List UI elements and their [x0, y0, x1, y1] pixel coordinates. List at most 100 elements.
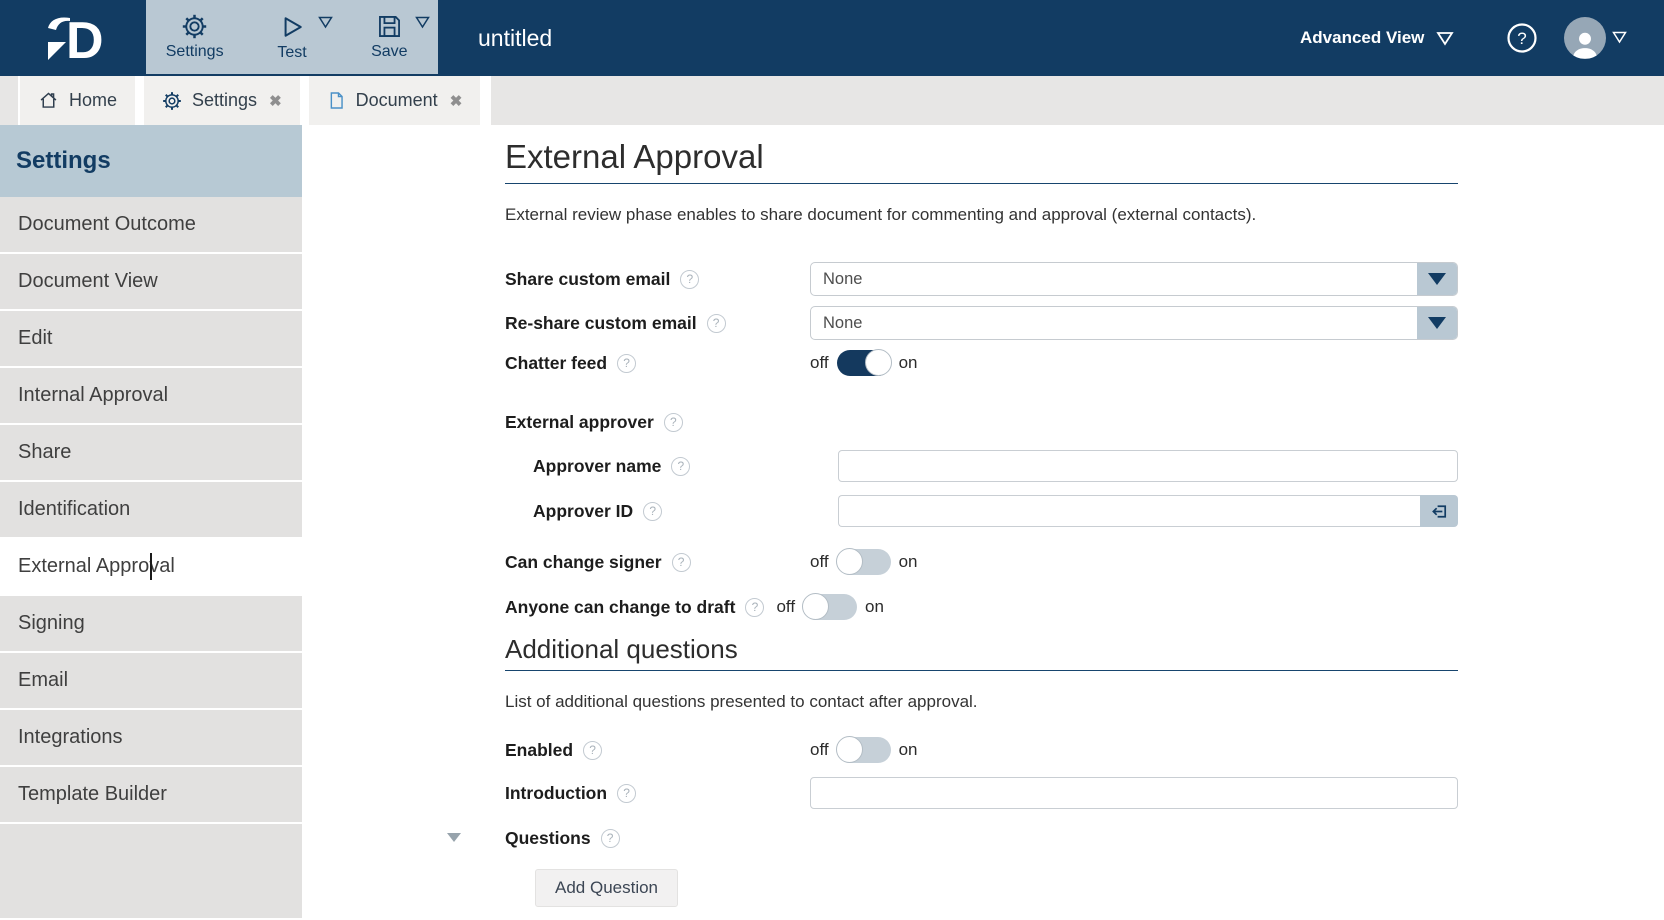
- field-label-cell: Approver name ?: [533, 456, 838, 477]
- help-icon[interactable]: ?: [643, 502, 662, 521]
- approver-name-input[interactable]: [838, 450, 1458, 482]
- toggle-knob: [836, 548, 863, 575]
- field-row-re-share-custom-email: Re-share custom email ? None: [505, 306, 1458, 340]
- tab-settings[interactable]: Settings ✖: [144, 76, 300, 125]
- field-label-cell: Approver ID ?: [533, 501, 838, 522]
- close-icon[interactable]: ✖: [450, 92, 463, 110]
- user-menu-chevron-icon[interactable]: [1612, 31, 1627, 44]
- sidebar-item-document-outcome[interactable]: Document Outcome: [0, 197, 302, 252]
- introduction-input[interactable]: [810, 777, 1458, 809]
- enabled-toggle-group: off on: [810, 737, 918, 763]
- home-icon: [38, 90, 59, 111]
- toggle-on-label: on: [899, 740, 918, 760]
- select-dropdown-button[interactable]: [1417, 263, 1457, 295]
- field-label: Share custom email: [505, 269, 670, 290]
- sidebar-item-template-builder[interactable]: Template Builder: [0, 767, 302, 822]
- chatter-feed-toggle[interactable]: [837, 350, 891, 376]
- sidebar-item-internal-approval[interactable]: Internal Approval: [0, 368, 302, 423]
- anyone-can-change-to-draft-toggle-group: off on: [776, 594, 884, 620]
- help-icon[interactable]: ?: [707, 314, 726, 333]
- help-icon[interactable]: ?: [664, 413, 683, 432]
- page-title: External Approval: [505, 137, 1458, 184]
- sidebar-item-signing[interactable]: Signing: [0, 596, 302, 651]
- select-dropdown-button[interactable]: [1417, 307, 1457, 339]
- help-icon[interactable]: ?: [617, 784, 636, 803]
- test-button[interactable]: Test: [243, 0, 340, 74]
- settings-button-label: Settings: [166, 43, 224, 61]
- toggle-knob: [836, 736, 863, 763]
- settings-button[interactable]: Settings: [146, 0, 243, 74]
- field-label: Chatter feed: [505, 353, 607, 374]
- field-label-cell: Share custom email ?: [505, 269, 810, 290]
- field-row-can-change-signer: Can change signer ? off on: [505, 547, 1458, 577]
- toggle-on-label: on: [899, 353, 918, 373]
- help-icon[interactable]: ?: [1506, 22, 1538, 54]
- select-value: None: [811, 263, 1417, 295]
- help-icon[interactable]: ?: [672, 553, 691, 572]
- anyone-can-change-to-draft-toggle[interactable]: [803, 594, 857, 620]
- add-question-button[interactable]: Add Question: [535, 869, 678, 907]
- toggle-off-label: off: [810, 353, 829, 373]
- field-row-approver-name: Approver name ?: [533, 450, 1458, 482]
- help-icon[interactable]: ?: [617, 354, 636, 373]
- share-custom-email-select[interactable]: None: [810, 262, 1458, 296]
- user-avatar[interactable]: [1564, 17, 1606, 59]
- help-icon[interactable]: ?: [601, 829, 620, 848]
- help-icon[interactable]: ?: [671, 457, 690, 476]
- save-dropdown-icon[interactable]: [415, 16, 430, 29]
- app-logo-icon[interactable]: D: [36, 8, 120, 68]
- sidebar-item-integrations[interactable]: Integrations: [0, 710, 302, 765]
- test-dropdown-icon[interactable]: [318, 16, 333, 29]
- close-icon[interactable]: ✖: [269, 92, 282, 110]
- field-row-share-custom-email: Share custom email ? None: [505, 262, 1458, 296]
- field-label-cell: Chatter feed ?: [505, 353, 810, 374]
- field-label: Re-share custom email: [505, 313, 697, 334]
- help-icon[interactable]: ?: [680, 270, 699, 289]
- collapse-caret-icon[interactable]: [447, 833, 461, 842]
- re-share-custom-email-select[interactable]: None: [810, 306, 1458, 340]
- play-icon: [278, 13, 306, 41]
- save-icon: [376, 13, 403, 40]
- tab-settings-label: Settings: [192, 90, 257, 111]
- toggle-off-label: off: [776, 597, 795, 617]
- can-change-signer-toggle[interactable]: [837, 549, 891, 575]
- view-selector-label: Advanced View: [1300, 28, 1424, 48]
- sidebar-item-external-approval[interactable]: External Approval: [0, 539, 302, 594]
- field-label-cell: Re-share custom email ?: [505, 313, 810, 334]
- sidebar-header: Settings: [0, 125, 302, 197]
- sidebar-item-share[interactable]: Share: [0, 425, 302, 480]
- field-row-enabled: Enabled ? off on: [505, 735, 1458, 765]
- sidebar-item-edit[interactable]: Edit: [0, 311, 302, 366]
- toggle-knob: [865, 349, 892, 376]
- tab-document[interactable]: Document ✖: [309, 76, 481, 125]
- approver-id-lookup-button[interactable]: [1420, 495, 1458, 527]
- field-label: External approver: [505, 412, 654, 433]
- sidebar-item-identification[interactable]: Identification: [0, 482, 302, 537]
- toolbar-group: Settings Test Save: [146, 0, 438, 74]
- help-icon[interactable]: ?: [583, 741, 602, 760]
- approver-id-input-group: [838, 495, 1458, 527]
- field-label-cell: Introduction ?: [505, 783, 810, 804]
- field-label-cell: External approver ?: [505, 412, 810, 433]
- field-label: Introduction: [505, 783, 607, 804]
- text-cursor: [150, 553, 152, 580]
- document-icon: [327, 90, 346, 111]
- field-label: Can change signer: [505, 552, 662, 573]
- approver-id-input[interactable]: [838, 495, 1420, 527]
- toggle-off-label: off: [810, 552, 829, 572]
- sidebar-item-document-view[interactable]: Document View: [0, 254, 302, 309]
- chevron-down-icon: [1428, 273, 1446, 285]
- field-label: Enabled: [505, 740, 573, 761]
- enabled-toggle[interactable]: [837, 737, 891, 763]
- field-label-cell: Anyone can change to draft ?: [505, 597, 764, 618]
- view-selector[interactable]: Advanced View: [1300, 0, 1454, 76]
- field-row-chatter-feed: Chatter feed ? off on: [505, 348, 1458, 378]
- sidebar-item-email[interactable]: Email: [0, 653, 302, 708]
- toggle-knob: [802, 593, 829, 620]
- save-button[interactable]: Save: [341, 0, 438, 74]
- field-label-cell: Can change signer ?: [505, 552, 810, 573]
- help-icon[interactable]: ?: [745, 598, 764, 617]
- tab-home[interactable]: Home: [20, 76, 135, 125]
- field-row-anyone-can-change-to-draft: Anyone can change to draft ? off on: [505, 592, 1458, 622]
- test-button-label: Test: [277, 44, 306, 62]
